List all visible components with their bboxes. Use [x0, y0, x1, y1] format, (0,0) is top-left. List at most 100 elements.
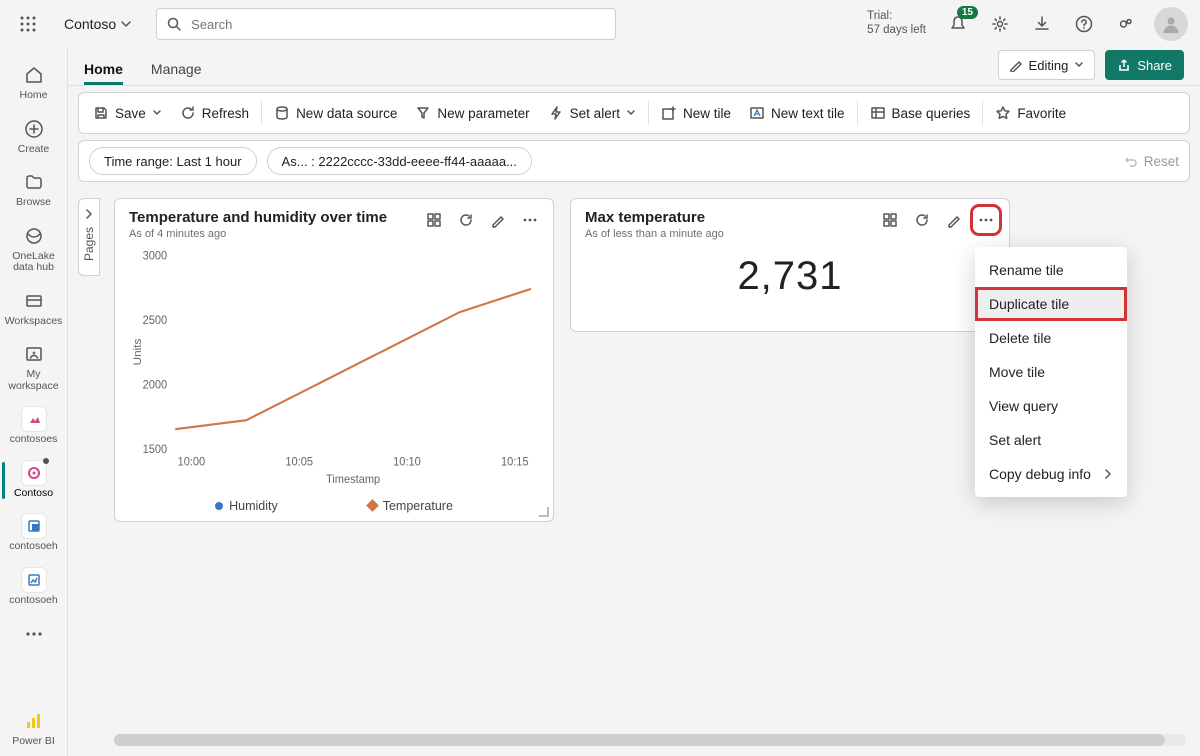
- rail-label: Power BI: [12, 736, 55, 748]
- new-text-tile-button[interactable]: New text tile: [741, 97, 853, 129]
- share-button[interactable]: Share: [1105, 50, 1184, 80]
- horizontal-scrollbar[interactable]: [114, 734, 1186, 746]
- tile2-more-icon[interactable]: [975, 209, 997, 231]
- search-box[interactable]: [156, 8, 616, 40]
- feedback-icon[interactable]: [1112, 10, 1140, 38]
- new-parameter-button[interactable]: New parameter: [407, 97, 537, 129]
- left-nav-rail: Home Create Browse OneLake data hub Work…: [0, 48, 68, 756]
- tab-manage[interactable]: Manage: [151, 55, 202, 85]
- tab-home[interactable]: Home: [84, 55, 123, 85]
- rail-my-workspace[interactable]: My workspace: [2, 335, 66, 400]
- new-data-source-button[interactable]: New data source: [266, 97, 405, 129]
- set-alert-button[interactable]: Set alert: [540, 97, 644, 129]
- bq-label: Base queries: [892, 106, 971, 121]
- tile1-explore-icon[interactable]: [423, 209, 445, 231]
- ctx-set-alert[interactable]: Set alert: [975, 423, 1127, 457]
- undo-icon: [1124, 154, 1138, 168]
- ctx-delete-tile[interactable]: Delete tile: [975, 321, 1127, 355]
- reset-button[interactable]: Reset: [1124, 154, 1179, 169]
- refresh-label: Refresh: [202, 106, 249, 121]
- share-icon: [1117, 58, 1131, 72]
- tile2-explore-icon[interactable]: [879, 209, 901, 231]
- dashboard-canvas: Pages Temperature and humidity over time…: [68, 186, 1200, 756]
- tile1-title: Temperature and humidity over time: [129, 209, 387, 226]
- svg-text:Timestamp: Timestamp: [326, 474, 380, 485]
- database-icon: [274, 105, 290, 121]
- ctx-view-query[interactable]: View query: [975, 389, 1127, 423]
- ctx-move-tile[interactable]: Move tile: [975, 355, 1127, 389]
- rail-more[interactable]: [2, 615, 66, 655]
- search-icon: [167, 17, 181, 31]
- main-region: Home Manage Editing Share Save Refresh: [68, 48, 1200, 756]
- pages-label: Pages: [82, 227, 96, 261]
- workspace-switcher[interactable]: Contoso: [56, 12, 140, 36]
- rail-onelake[interactable]: OneLake data hub: [2, 217, 66, 282]
- svg-text:10:15: 10:15: [501, 456, 529, 468]
- chevron-right-icon: [1103, 469, 1113, 479]
- base-queries-button[interactable]: Base queries: [862, 97, 979, 129]
- tile1-resize-handle[interactable]: [539, 507, 549, 517]
- svg-text:1500: 1500: [143, 444, 168, 456]
- pages-panel-toggle[interactable]: Pages: [78, 198, 100, 276]
- download-icon[interactable]: [1028, 10, 1056, 38]
- scrollbar-thumb[interactable]: [114, 734, 1165, 746]
- save-button[interactable]: Save: [85, 97, 170, 129]
- rail-home[interactable]: Home: [2, 56, 66, 110]
- chevron-down-icon: [152, 108, 162, 118]
- tile-max-temperature: Max temperature As of less than a minute…: [570, 198, 1010, 332]
- np-label: New parameter: [437, 106, 529, 121]
- svg-text:2000: 2000: [143, 379, 168, 391]
- chevron-down-icon: [120, 18, 132, 30]
- ntt-label: New text tile: [771, 106, 845, 121]
- rail-browse[interactable]: Browse: [2, 163, 66, 217]
- tile2-edit-icon[interactable]: [943, 209, 965, 231]
- rail-contosoeh-1[interactable]: contosoeh: [2, 507, 66, 561]
- save-label: Save: [115, 106, 146, 121]
- reset-label: Reset: [1144, 154, 1179, 169]
- rail-label: Workspaces: [5, 316, 63, 328]
- rail-contosoes[interactable]: contosoes: [2, 400, 66, 454]
- nds-label: New data source: [296, 106, 397, 121]
- ctx-copy-debug[interactable]: Copy debug info: [975, 457, 1127, 491]
- sa-label: Set alert: [570, 106, 620, 121]
- share-label: Share: [1137, 58, 1172, 73]
- tile-temperature-humidity: Temperature and humidity over time As of…: [114, 198, 554, 522]
- tile1-more-icon[interactable]: [519, 209, 541, 231]
- star-icon: [995, 105, 1011, 121]
- filter-icon: [415, 105, 431, 121]
- parameter-pill[interactable]: As... : 2222cccc-33dd-eeee-ff44-aaaaa...: [267, 147, 532, 175]
- rail-label: OneLake data hub: [2, 251, 66, 274]
- tile1-chart: 1500200025003000Units10:0010:0510:1010:1…: [129, 249, 541, 485]
- rail-powerbi[interactable]: Power BI: [2, 702, 66, 756]
- ctx-rename-tile[interactable]: Rename tile: [975, 253, 1127, 287]
- help-icon[interactable]: [1070, 10, 1098, 38]
- rail-contosoeh-2[interactable]: contosoeh: [2, 561, 66, 615]
- search-input[interactable]: [189, 16, 605, 33]
- rail-create[interactable]: Create: [2, 110, 66, 164]
- queries-icon: [870, 105, 886, 121]
- settings-icon[interactable]: [986, 10, 1014, 38]
- favorite-button[interactable]: Favorite: [987, 97, 1074, 129]
- account-avatar[interactable]: [1154, 7, 1188, 41]
- notifications-icon[interactable]: 15: [944, 10, 972, 38]
- command-toolbar: Save Refresh New data source New paramet…: [78, 92, 1190, 134]
- refresh-button[interactable]: Refresh: [172, 97, 257, 129]
- rail-contoso[interactable]: Contoso: [2, 454, 66, 508]
- tile1-legend: Humidity Temperature: [115, 499, 553, 513]
- svg-text:10:05: 10:05: [285, 456, 313, 468]
- rail-workspaces[interactable]: Workspaces: [2, 282, 66, 336]
- app-launcher-icon[interactable]: [12, 10, 44, 38]
- ctx-duplicate-tile[interactable]: Duplicate tile: [975, 287, 1127, 321]
- new-tile-button[interactable]: New tile: [653, 97, 739, 129]
- tile2-subtitle: As of less than a minute ago: [585, 228, 724, 240]
- tile1-edit-icon[interactable]: [487, 209, 509, 231]
- editing-mode-button[interactable]: Editing: [998, 50, 1096, 80]
- tile1-refresh-icon[interactable]: [455, 209, 477, 231]
- legend-humidity: Humidity: [229, 499, 278, 513]
- refresh-icon: [180, 105, 196, 121]
- chevron-down-icon: [626, 108, 636, 118]
- svg-text:10:10: 10:10: [393, 456, 421, 468]
- tile2-value: 2,731: [571, 254, 1009, 299]
- time-range-pill[interactable]: Time range: Last 1 hour: [89, 147, 257, 175]
- tile2-refresh-icon[interactable]: [911, 209, 933, 231]
